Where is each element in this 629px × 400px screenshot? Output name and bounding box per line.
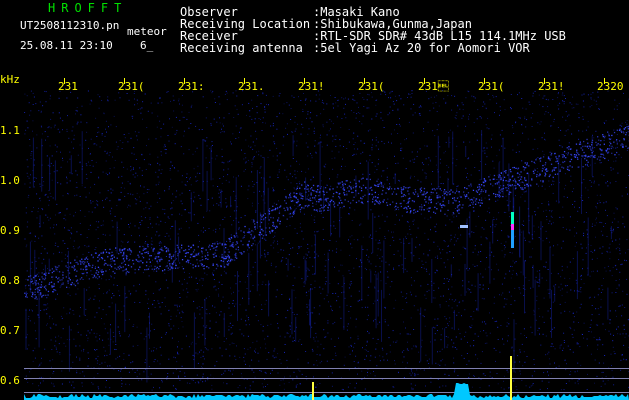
x-tick-label: 231: [178,80,205,93]
spectrogram-canvas [24,78,629,400]
file-type-label: meteor [127,25,167,38]
x-tick-label: 231 [418,80,449,93]
x-tick-label: 231! [538,80,565,93]
x-tick-label: 231( [478,80,505,93]
y-tick-label: 0.9 [0,224,20,237]
y-tick-label: 1.0 [0,174,20,187]
antenna-value: :5el Yagi Az 20 for Aomori VOR [313,41,530,55]
y-tick-label: 0.7 [0,324,20,337]
y-tick-label: 0.6 [0,374,20,387]
y-tick-label: 1.1 [0,124,20,137]
date-time: 25.08.11 23:10 [20,39,113,52]
y-unit-label: kHz [0,73,20,86]
counter: 6_ [140,39,154,52]
x-tick-label: 231. [238,80,265,93]
x-tick-label: 231( [118,80,145,93]
x-tick-label: 231! [298,80,325,93]
x-tick-label: 231 [58,80,78,93]
app-title: HROFFT [48,1,128,15]
file-name: UT2508112310.pn [20,19,120,32]
y-tick-label: 0.8 [0,274,20,287]
spectrogram [24,70,629,400]
antenna-label: Receiving antenna [180,41,303,55]
x-tick-label: 2320 [597,80,624,93]
x-tick-label: 231( [358,80,385,93]
